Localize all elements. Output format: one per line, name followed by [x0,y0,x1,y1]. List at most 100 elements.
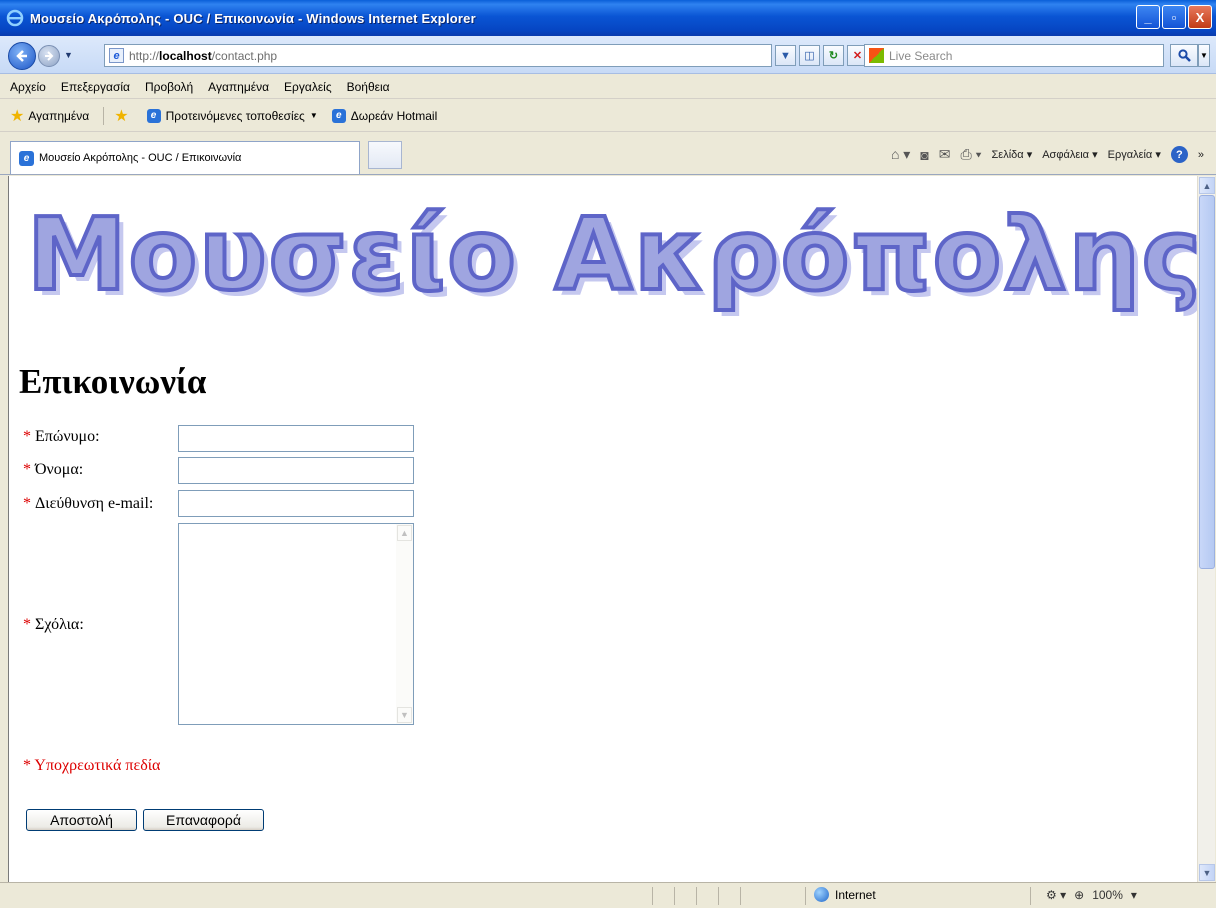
menu-edit[interactable]: Επεξεργασία [61,80,130,94]
ie-page-icon: e [146,108,161,123]
separator [718,887,719,905]
menu-bar: Αρχείο Επεξεργασία Προβολή Αγαπημένα Εργ… [0,75,1216,99]
scroll-down-icon[interactable]: ▼ [1199,864,1215,881]
ie-page-icon: e [331,108,346,123]
hotmail-link[interactable]: e Δωρεάν Hotmail [331,108,438,123]
required-marker: * [23,495,31,512]
home-icon[interactable]: ⌂ ▾ [891,146,910,163]
surname-label: Επώνυμο: [35,428,100,445]
required-marker: * [23,616,31,633]
separator [805,887,806,905]
new-tab-button[interactable] [368,141,402,169]
menu-view[interactable]: Προβολή [145,80,193,94]
textarea-scrollbar[interactable]: ▲ ▼ [396,524,413,724]
tab-title: Μουσείο Ακρόπολης - OUC / Επικοινωνία [39,152,242,164]
separator [696,887,697,905]
safety-menu[interactable]: Ασφάλεια ▾ [1042,148,1097,161]
window-controls: _ ▫ X [1136,5,1212,29]
url-prefix: http:// [129,48,160,63]
url-path: /contact.php [211,48,278,63]
live-search-icon [869,48,884,63]
comments-row: * Σχόλια: [23,616,84,634]
zoom-icon: ⊕ [1074,888,1085,902]
globe-icon [814,887,829,902]
separator [674,887,675,905]
chevron-right-icon[interactable]: » [1198,149,1204,161]
history-dropdown-icon[interactable]: ▼ [64,50,73,60]
menu-favorites[interactable]: Αγαπημένα [208,80,269,94]
surname-row: * Επώνυμο: [23,428,100,446]
scroll-up-icon[interactable]: ▲ [397,525,412,541]
refresh-icon[interactable]: ↻ [823,45,844,66]
compatibility-icon[interactable]: ◫ [799,45,820,66]
suggested-sites-label: Προτεινόμενες τοποθεσίες [165,108,305,123]
scrollbar-thumb[interactable] [1199,195,1215,569]
address-dropdown-icon[interactable]: ▼ [775,45,796,66]
search-button[interactable] [1170,44,1198,67]
scroll-down-icon[interactable]: ▼ [397,707,412,723]
favorites-bar: ★ Αγαπημένα ★ e Προτεινόμενες τοποθεσίες… [0,100,1216,132]
close-button[interactable]: X [1188,5,1212,29]
submit-button[interactable]: Αποστολή [26,809,137,831]
separator [652,887,653,905]
email-field[interactable] [178,490,414,517]
read-mail-icon[interactable]: ✉ [939,146,951,163]
maximize-button[interactable]: ▫ [1162,5,1186,29]
address-tools: ▼ ◫ ↻ ✕ [775,45,868,66]
feeds-icon[interactable]: ◙ [920,147,928,163]
page-menu[interactable]: Σελίδα ▾ [992,148,1033,161]
search-options-icon[interactable]: ▼ [1198,44,1210,67]
site-logo: Μουσείο Ακρόπολης - OUC [25,194,1197,315]
security-zone[interactable]: Internet [814,887,876,902]
comments-textarea[interactable]: ▲ ▼ [178,523,414,725]
window-title: Μουσείο Ακρόπολης - OUC / Επικοινωνία - … [30,10,476,26]
name-label: Όνομα: [35,461,84,478]
email-row: * Διεύθυνση e-mail: [23,495,153,513]
search-icon [1177,49,1191,62]
search-placeholder: Live Search [889,48,953,63]
back-button[interactable] [8,42,36,70]
zone-label: Internet [835,887,876,902]
reset-button[interactable]: Επαναφορά [143,809,264,831]
help-icon[interactable]: ? [1170,146,1188,163]
page-menu-label: Σελίδα [991,149,1024,161]
page-icon: e [109,48,124,63]
command-bar: ⌂ ▾ ◙ ✉ ⎙ ▾ Σελίδα ▾ Ασφάλεια ▾ Εργαλεία… [891,146,1204,163]
separator [103,106,105,125]
window-titlebar: Μουσείο Ακρόπολης - OUC / Επικοινωνία - … [0,0,1216,36]
page-viewport: Μουσείο Ακρόπολης - OUC Επικοινωνία * Επ… [8,176,1197,882]
zoom-level: 100% [1092,888,1123,902]
back-arrow-icon [16,50,27,62]
tools-menu[interactable]: Εργαλεία ▾ [1108,148,1161,161]
name-field[interactable] [178,457,414,484]
surname-field[interactable] [178,425,414,452]
address-toolbar: ▼ e http://localhost/contact.php ▼ ◫ ↻ ✕… [0,36,1216,74]
print-icon[interactable]: ⎙ ▾ [961,146,982,163]
menu-help[interactable]: Βοήθεια [347,80,390,94]
add-favorite-button[interactable]: ★ [114,106,132,126]
separator [740,887,741,905]
favorites-star-icon: ★ [10,107,25,125]
page-scrollbar[interactable]: ▲ ▼ [1197,176,1215,882]
menu-tools[interactable]: Εργαλείς [284,80,332,94]
minimize-button[interactable]: _ [1136,5,1160,29]
tab-bar: e Μουσείο Ακρόπολης - OUC / Επικοινωνία … [0,133,1216,175]
dropdown-icon: ▼ [309,111,318,120]
forward-button[interactable] [38,45,60,67]
required-marker: * [23,461,31,478]
scroll-up-icon[interactable]: ▲ [1199,177,1215,194]
separator [1030,887,1031,905]
protected-mode-icon: ⚙ ▾ [1046,888,1067,902]
tab-contact[interactable]: e Μουσείο Ακρόπολης - OUC / Επικοινωνία [10,141,360,174]
suggested-sites-link[interactable]: e Προτεινόμενες τοποθεσίες ▼ [146,108,318,123]
address-input[interactable]: e http://localhost/contact.php [104,44,772,67]
zoom-dropdown-icon: ▾ [1130,888,1137,902]
search-input[interactable]: Live Search [864,44,1164,67]
favorites-label: Αγαπημένα [28,108,90,123]
favorites-button[interactable]: ★ Αγαπημένα [10,106,89,126]
ie-icon [6,9,24,27]
hotmail-label: Δωρεάν Hotmail [350,108,438,123]
menu-file[interactable]: Αρχείο [10,80,46,94]
tools-menu-label: Εργαλεία [1107,149,1153,161]
zoom-control[interactable]: ⚙ ▾ ⊕ 100% ▾ [1046,888,1137,902]
